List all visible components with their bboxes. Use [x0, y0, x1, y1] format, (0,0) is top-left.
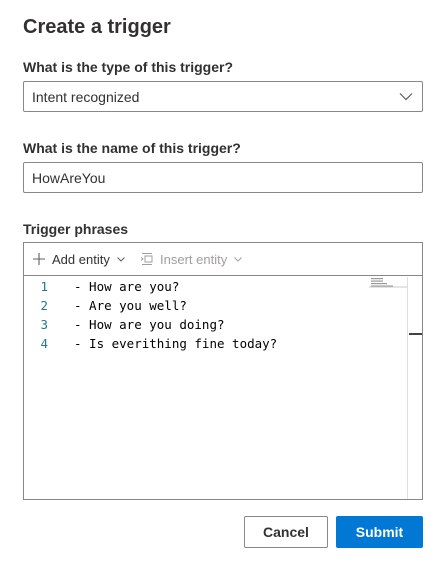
chevron-down-icon	[399, 93, 413, 101]
insert-entity-label: Insert entity	[160, 251, 228, 267]
trigger-type-label: What is the type of this trigger?	[23, 59, 234, 75]
add-entity-label: Add entity	[52, 251, 110, 267]
editor-minimap[interactable]	[369, 277, 407, 289]
insert-entity-icon	[140, 253, 153, 265]
trigger-name-label: What is the name of this trigger?	[23, 140, 241, 156]
code-line: 3 - How are you doing?	[24, 317, 407, 336]
trigger-type-value: Intent recognized	[32, 89, 140, 105]
trigger-type-dropdown[interactable]: Intent recognized	[23, 81, 423, 112]
line-number: 3	[40, 317, 48, 332]
code-line: 2 - Are you well?	[24, 298, 407, 317]
dialog-title: Create a trigger	[23, 16, 171, 38]
line-text: - Are you well?	[74, 298, 187, 313]
line-text: - Is everithing fine today?	[74, 336, 278, 351]
add-entity-button[interactable]: Add entity	[32, 243, 126, 275]
trigger-name-input[interactable]	[23, 162, 423, 193]
insert-entity-button[interactable]: Insert entity	[140, 243, 243, 275]
trigger-phrases-editor[interactable]: Add entity Insert entity 1 - How are you…	[23, 242, 423, 500]
submit-button[interactable]: Submit	[336, 516, 423, 548]
code-line: 1 - How are you?	[24, 279, 407, 298]
plus-icon	[33, 253, 45, 265]
cancel-button[interactable]: Cancel	[244, 516, 328, 548]
line-number: 2	[40, 298, 48, 313]
code-area[interactable]: 1 - How are you? 2 - Are you well? 3 - H…	[24, 277, 407, 499]
chevron-down-icon	[116, 257, 125, 262]
editor-toolbar: Add entity Insert entity	[24, 243, 422, 276]
scroll-position-marker	[409, 333, 422, 335]
line-text: - How are you?	[74, 279, 180, 294]
line-text: - How are you doing?	[74, 317, 225, 332]
line-number: 1	[40, 279, 48, 294]
trigger-phrases-label: Trigger phrases	[23, 221, 129, 237]
line-number: 4	[40, 336, 48, 351]
vertical-scrollbar[interactable]	[407, 277, 422, 499]
code-line: 4 - Is everithing fine today?	[24, 336, 407, 355]
chevron-down-icon	[234, 257, 243, 262]
